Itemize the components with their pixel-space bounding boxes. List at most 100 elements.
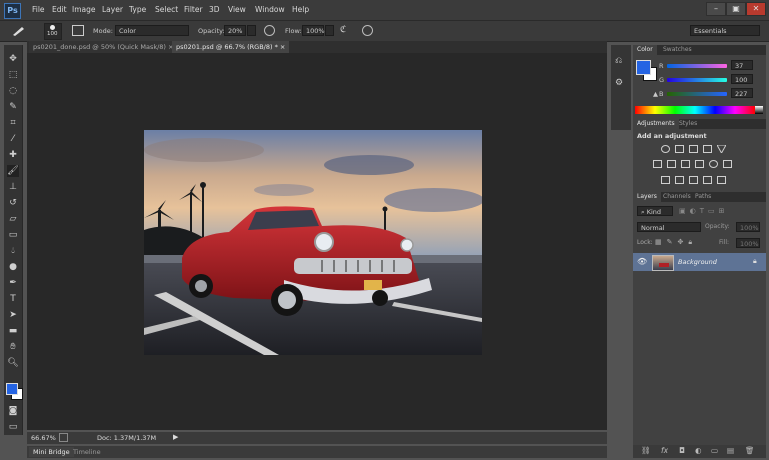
eyedropper-tool-icon[interactable]: ⁄ [7, 133, 19, 145]
flow-dropdown-button[interactable] [325, 25, 334, 36]
menu-help[interactable]: Help [292, 5, 309, 14]
layer-row-background[interactable]: 👁︎ Background 🔒︎ [633, 253, 766, 271]
properties-icon[interactable]: ⚙ [615, 77, 627, 89]
green-slider[interactable] [667, 78, 727, 82]
tab-styles[interactable]: Styles [675, 119, 701, 129]
pressure-size-icon[interactable] [362, 25, 373, 36]
green-value-field[interactable]: 100 [731, 74, 753, 84]
path-select-tool-icon[interactable]: ➤ [7, 309, 19, 321]
gradient-map-icon[interactable] [703, 176, 712, 184]
black-white-icon[interactable] [681, 160, 690, 168]
crop-tool-icon[interactable]: ⌗ [7, 117, 19, 129]
screen-mode-icon[interactable]: ▭ [7, 421, 19, 433]
exposure-icon[interactable] [703, 145, 712, 153]
blue-value-field[interactable]: 227 [731, 88, 753, 98]
pressure-opacity-icon[interactable] [264, 25, 275, 36]
zoom-tool-icon[interactable]: 🔍︎ [7, 357, 19, 369]
threshold-icon[interactable] [689, 176, 698, 184]
fx-icon[interactable]: fx [661, 446, 668, 455]
add-mask-icon[interactable]: ◘ [679, 446, 685, 455]
quick-select-tool-icon[interactable]: ✎ [7, 101, 19, 113]
tab-swatches[interactable]: Swatches [659, 45, 696, 55]
tab-ps0201[interactable]: ps0201.psd @ 66.7% (RGB/8) * × [172, 41, 290, 53]
menu-image[interactable]: Image [72, 5, 96, 14]
pen-tool-icon[interactable]: ✒︎ [7, 277, 19, 289]
menu-edit[interactable]: Edit [52, 5, 67, 14]
foreground-color-swatch[interactable] [636, 60, 651, 75]
tab-mini-bridge[interactable]: Mini Bridge [29, 447, 74, 457]
brush-panel-icon[interactable] [72, 25, 84, 36]
airbrush-icon[interactable]: ℭ [340, 25, 353, 36]
move-tool-icon[interactable]: ✥ [7, 53, 19, 65]
lasso-tool-icon[interactable]: ◌ [7, 85, 19, 97]
tab-ps0201-done[interactable]: ps0201_done.psd @ 50% (Quick Mask/8) × [29, 41, 178, 53]
color-balance-icon[interactable] [667, 160, 676, 168]
layer-filter-icons[interactable]: ▣◐T▭⊞ [679, 207, 759, 216]
close-button[interactable]: ✕ [746, 2, 766, 16]
minimize-button[interactable]: – [706, 2, 726, 16]
photo-filter-icon[interactable] [695, 160, 704, 168]
menu-select[interactable]: Select [155, 5, 178, 14]
layer-name[interactable]: Background [678, 258, 717, 266]
mode-select[interactable]: Color [115, 25, 189, 36]
document-image[interactable] [144, 130, 482, 355]
menu-window[interactable]: Window [255, 5, 285, 14]
status-arrow-icon[interactable]: ▶ [173, 433, 178, 441]
history-icon[interactable]: ⎌ [615, 55, 627, 67]
healing-tool-icon[interactable]: ✚ [7, 149, 19, 161]
rectangle-tool-icon[interactable]: ▬ [7, 325, 19, 337]
clone-stamp-tool-icon[interactable]: ⊥ [7, 181, 19, 193]
blur-tool-icon[interactable]: 💧︎ [7, 245, 19, 257]
new-group-icon[interactable]: ▭ [711, 446, 718, 455]
new-layer-icon[interactable]: ▤ [727, 446, 734, 455]
trash-icon[interactable]: 🗑︎ [745, 446, 755, 455]
posterize-icon[interactable] [675, 176, 684, 184]
close-icon[interactable]: × [280, 43, 285, 51]
link-layers-icon[interactable]: ⛓︎ [641, 446, 651, 455]
tab-paths[interactable]: Paths [691, 192, 715, 202]
eraser-tool-icon[interactable]: ▱ [7, 213, 19, 225]
eye-icon[interactable]: 👁︎ [637, 257, 647, 266]
brightness-contrast-icon[interactable] [661, 145, 670, 153]
blend-mode-select[interactable]: Normal [637, 222, 701, 232]
blue-slider[interactable] [667, 92, 727, 96]
red-slider[interactable] [667, 64, 727, 68]
layer-opacity-field[interactable]: 100% [736, 222, 760, 232]
opacity-field[interactable]: 20% [224, 25, 246, 36]
flow-field[interactable]: 100% [302, 25, 325, 36]
color-ramp[interactable] [635, 106, 755, 114]
menu-type[interactable]: Type [129, 5, 146, 14]
zoom-level[interactable]: 66.67% [31, 434, 56, 442]
maximize-button[interactable]: ▣ [726, 2, 746, 16]
gradient-tool-icon[interactable]: ▭ [7, 229, 19, 241]
quick-mask-icon[interactable]: ◙ [7, 405, 19, 417]
lock-icons[interactable]: ▦✎✥🔒︎ [655, 238, 707, 247]
brush-tool-icon[interactable] [10, 24, 28, 37]
hand-tool-icon[interactable]: ✋︎ [7, 341, 19, 353]
menu-file[interactable]: File [32, 5, 45, 14]
color-lookup-icon[interactable] [723, 160, 732, 168]
brush-preset-picker[interactable]: 100 [44, 23, 62, 40]
history-brush-tool-icon[interactable]: ↺ [7, 197, 19, 209]
red-value-field[interactable]: 37 [731, 60, 753, 70]
tab-channels[interactable]: Channels [659, 192, 695, 202]
tab-layers[interactable]: Layers [633, 192, 661, 202]
dodge-tool-icon[interactable]: ● [7, 261, 19, 273]
menu-layer[interactable]: Layer [102, 5, 123, 14]
tab-adjustments[interactable]: Adjustments [633, 119, 679, 129]
menu-view[interactable]: View [228, 5, 246, 14]
new-adjustment-icon[interactable]: ◐ [695, 446, 702, 455]
invert-icon[interactable] [661, 176, 670, 184]
brush-tool-icon[interactable]: 🖌︎ [7, 165, 19, 177]
tab-color[interactable]: Color [633, 45, 657, 55]
marquee-tool-icon[interactable]: ⬚ [7, 69, 19, 81]
fill-field[interactable]: 100% [736, 238, 760, 248]
bw-ramp[interactable] [755, 106, 763, 114]
hue-saturation-icon[interactable] [653, 160, 662, 168]
menu-filter[interactable]: Filter [184, 5, 203, 14]
tool-foreground-swatch[interactable] [6, 383, 18, 395]
vibrance-icon[interactable] [717, 145, 726, 153]
tab-timeline[interactable]: Timeline [69, 447, 105, 457]
opacity-dropdown-button[interactable] [247, 25, 256, 36]
status-menu-icon[interactable] [59, 433, 68, 442]
